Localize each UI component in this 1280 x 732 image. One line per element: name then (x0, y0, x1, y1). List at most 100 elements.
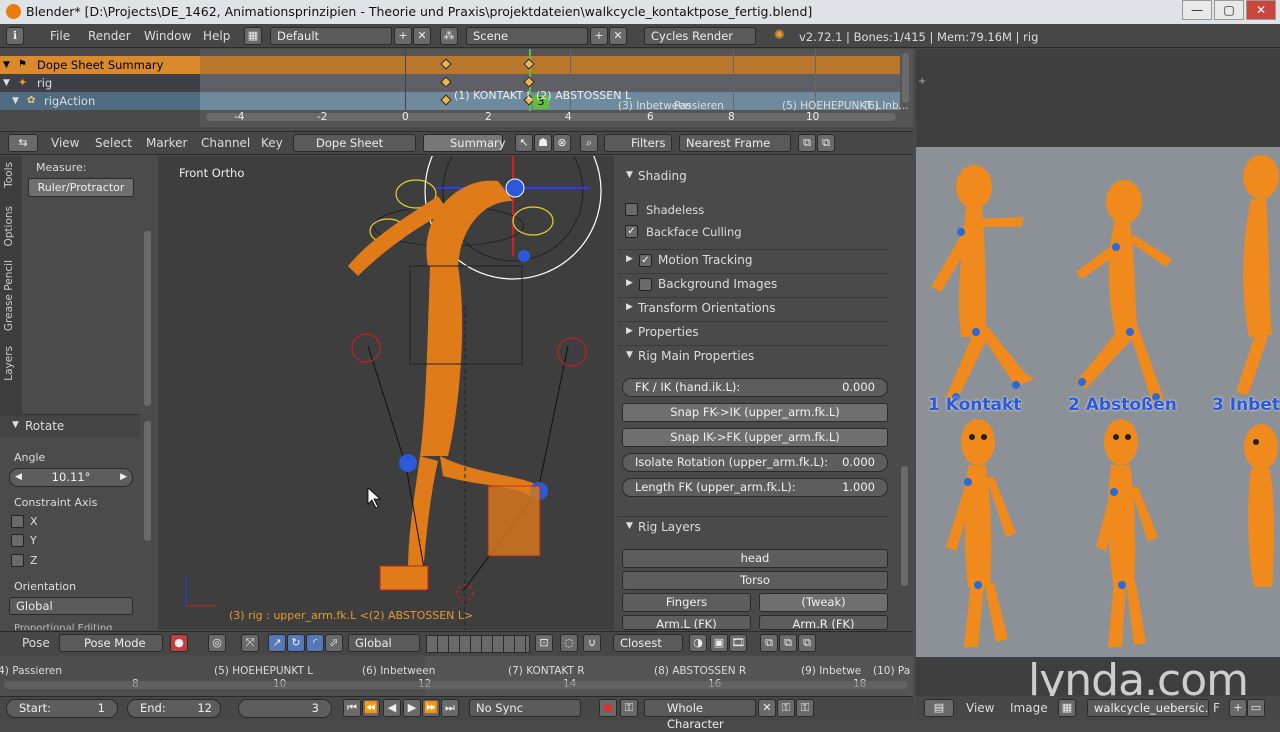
dope-scrollbar[interactable] (206, 113, 896, 121)
close-button[interactable]: ✕ (1246, 0, 1276, 20)
expand-arrow-icon[interactable]: ▼ (3, 56, 10, 74)
translate-icon[interactable]: ↗ (268, 634, 286, 652)
expand-arrow-icon[interactable]: ▼ (3, 74, 10, 92)
timeline-editor[interactable]: (4) Passieren (5) HOEHEPUNKT L (6) Inbet… (0, 656, 913, 696)
panel-header-transform-orientations[interactable]: ▶ Transform Orientations (618, 297, 890, 319)
info-editor-icon[interactable]: ℹ (6, 27, 24, 45)
auto-snap-select[interactable]: Nearest Frame (679, 134, 791, 152)
angle-field[interactable]: ◀ 10.11° ▶ (9, 468, 133, 487)
add-layout-icon[interactable]: + (394, 27, 412, 45)
jump-end-icon[interactable]: ⏭ (441, 699, 459, 717)
ghost-icon[interactable]: ☗ (534, 134, 552, 152)
menu-select[interactable]: Select (95, 136, 132, 150)
tool-shelf-scrollbar[interactable] (144, 231, 151, 406)
open-image-icon[interactable]: ▭ (1247, 699, 1265, 717)
marker-passieren-2[interactable]: (4) Passieren (0, 665, 62, 677)
marker-pa[interactable]: (10) Pa (873, 665, 910, 677)
dope-mode-select[interactable]: Dope Sheet (293, 134, 416, 152)
layer-grid[interactable] (426, 635, 530, 653)
axis-y-checkbox[interactable] (11, 534, 24, 547)
layout-field[interactable]: Default (270, 27, 392, 45)
marker-passieren[interactable]: Passieren (674, 100, 724, 112)
increment-arrow-icon[interactable]: ▶ (120, 469, 127, 486)
scale-icon[interactable]: ◜ (306, 634, 324, 652)
sync-select[interactable]: No Sync (469, 699, 581, 717)
insert-key-icon[interactable]: ⚿ (777, 699, 795, 717)
render-only-icon[interactable]: ◑ (689, 634, 707, 652)
menu-channel[interactable]: Channel (201, 136, 250, 150)
minimize-button[interactable]: — (1182, 0, 1212, 20)
menu-help[interactable]: Help (203, 29, 230, 43)
fake-user-label[interactable]: F (1213, 701, 1220, 715)
remove-layout-icon[interactable]: ✕ (413, 27, 431, 45)
pivot-icon[interactable]: ◎ (208, 634, 226, 652)
tab-layers[interactable]: Layers (3, 346, 15, 381)
panel-header-properties[interactable]: ▶ Properties (618, 321, 890, 343)
copy-keys-icon[interactable]: ⧉ (798, 134, 816, 152)
transform-icon[interactable]: ⬀ (325, 634, 343, 652)
paste-pose-icon[interactable]: ⧉ (779, 634, 797, 652)
layer-tweak-button[interactable]: (Tweak) (759, 593, 888, 612)
snap-fk-ik-button[interactable]: Snap FK->IK (upper_arm.fk.L) (622, 403, 888, 422)
layer-arm-l-button[interactable]: Arm.L (FK) (622, 615, 751, 630)
opengl-render-icon[interactable]: ▣ (710, 634, 728, 652)
opengl-anim-icon[interactable]: 🎞 (729, 634, 747, 652)
axis-x-checkbox[interactable] (11, 515, 24, 528)
delete-key-icon[interactable]: ⚿ (796, 699, 814, 717)
menu-file[interactable]: File (50, 29, 70, 43)
timeline-scrollbar[interactable] (4, 681, 908, 689)
remove-scene-icon[interactable]: ✕ (609, 27, 627, 45)
panel-header-shading[interactable]: ▼ Shading (618, 166, 890, 188)
summary-toggle[interactable]: Summary (423, 134, 506, 152)
panel-header-background-images[interactable]: ▶ Background Images (618, 273, 890, 295)
image-browse-icon[interactable]: ▦ (1058, 699, 1076, 717)
jump-start-icon[interactable]: ⏮ (343, 699, 361, 717)
axis-z-checkbox[interactable] (11, 554, 24, 567)
dope-timeline[interactable]: 3 (1) KONTAKT L (2) ABSTOSSEN L (3) Inbe… (200, 49, 909, 127)
3d-viewport[interactable]: Front Ortho (3) rig : upper_arm.fk.L <(2… (158, 156, 614, 630)
keying-set-icon[interactable]: ⚿ (620, 699, 638, 717)
transform-orientation-select[interactable]: Global (348, 634, 420, 652)
channel-rig[interactable]: ▼ ✦ rig (0, 74, 200, 92)
marker-abstossen-l[interactable]: (2) ABSTOSSEN L (536, 89, 631, 102)
menu-view[interactable]: View (51, 136, 79, 150)
search-icon[interactable]: ⌕ (580, 134, 598, 152)
tab-tools[interactable]: Tools (3, 162, 15, 188)
tab-options[interactable]: Options (3, 206, 15, 247)
menu-pose[interactable]: Pose (22, 636, 50, 650)
shadeless-checkbox[interactable] (625, 203, 638, 216)
isolate-rotation-slider[interactable]: Isolate Rotation (upper_arm.fk.L): 0.000 (622, 453, 888, 472)
lock-layers-icon[interactable]: ⊡ (535, 634, 553, 652)
render-engine-select[interactable]: Cycles Render (644, 27, 756, 45)
new-image-icon[interactable]: + (1229, 699, 1247, 717)
layer-torso-button[interactable]: Torso (622, 571, 888, 590)
marker-inbetween-2[interactable]: (6) Inbetween (362, 665, 435, 677)
record-icon[interactable]: ● (599, 699, 617, 717)
add-scene-icon[interactable]: + (590, 27, 608, 45)
orientation-select[interactable]: Global (9, 597, 133, 615)
filters-button[interactable]: Filters (604, 134, 672, 152)
marker-inbetwe[interactable]: (9) Inbetwe (801, 665, 861, 677)
length-fk-slider[interactable]: Length FK (upper_arm.fk.L): 1.000 (622, 478, 888, 497)
menu-view[interactable]: View (966, 701, 994, 715)
proportional-edit-icon[interactable]: ◌ (560, 634, 578, 652)
panel-header-rig-main[interactable]: ▼ Rig Main Properties (618, 345, 890, 367)
expand-area-icon[interactable]: + (918, 76, 926, 87)
start-frame-field[interactable]: Start: 1 (6, 699, 118, 718)
layer-arm-r-button[interactable]: Arm.R (FK) (759, 615, 888, 630)
shading-mode-icon[interactable]: ● (170, 634, 188, 652)
panel-header-rig-layers[interactable]: ▼ Rig Layers (618, 516, 890, 538)
current-frame-field[interactable]: 3 (238, 699, 332, 718)
menu-marker[interactable]: Marker (146, 136, 187, 150)
marker-abstossen-r[interactable]: (8) ABSTOSSEN R (654, 665, 746, 677)
image-name-field[interactable]: walkcycle_uebersic... (1087, 699, 1209, 717)
marker-kontakt-r[interactable]: (7) KONTAKT R (508, 665, 585, 677)
next-key-icon[interactable]: ⏩ (422, 699, 440, 717)
rotate-scrollbar[interactable] (144, 421, 151, 541)
menu-render[interactable]: Render (88, 29, 131, 43)
motion-tracking-checkbox[interactable]: ✓ (639, 254, 652, 267)
menu-image[interactable]: Image (1010, 701, 1048, 715)
channel-summary[interactable]: ▼ ⚑ Dope Sheet Summary (0, 56, 200, 74)
end-frame-field[interactable]: End: 12 (127, 699, 221, 718)
paste-keys-icon[interactable]: ⧉ (817, 134, 835, 152)
